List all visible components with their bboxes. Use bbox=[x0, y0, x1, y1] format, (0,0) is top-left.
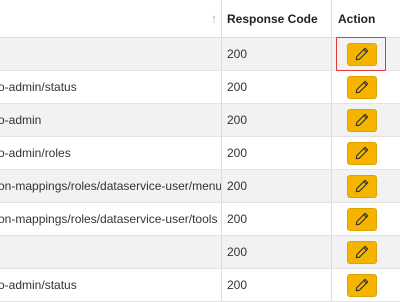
response-code-cell: 200 bbox=[222, 236, 332, 268]
action-cell bbox=[332, 236, 400, 268]
edit-button[interactable] bbox=[347, 207, 377, 231]
edit-button[interactable] bbox=[347, 42, 377, 66]
action-cell bbox=[332, 269, 400, 301]
edit-button[interactable] bbox=[347, 240, 377, 264]
pencil-icon bbox=[355, 212, 369, 226]
api-table: ↑ Response Code Action 200 o-admin/statu… bbox=[0, 0, 400, 302]
table-row: on-mappings/roles/dataservice-user/tools… bbox=[0, 203, 400, 236]
path-cell: o-admin/status bbox=[0, 269, 222, 301]
action-cell bbox=[332, 203, 400, 235]
edit-button[interactable] bbox=[347, 273, 377, 297]
response-code-cell: 200 bbox=[222, 104, 332, 136]
path-cell: o-admin bbox=[0, 104, 222, 136]
edit-button[interactable] bbox=[347, 141, 377, 165]
response-code-cell: 200 bbox=[222, 203, 332, 235]
path-cell: o-admin/roles bbox=[0, 137, 222, 169]
table-row: on-mappings/roles/dataservice-user/menus… bbox=[0, 170, 400, 203]
table-row: 200 bbox=[0, 38, 400, 71]
pencil-icon bbox=[355, 80, 369, 94]
table-row: o-admin/roles 200 bbox=[0, 137, 400, 170]
pencil-icon bbox=[355, 113, 369, 127]
pencil-icon bbox=[355, 47, 369, 61]
path-column-header[interactable]: ↑ bbox=[0, 0, 222, 37]
path-cell bbox=[0, 38, 222, 70]
sort-arrow-up-icon[interactable]: ↑ bbox=[209, 11, 219, 27]
action-column-header: Action bbox=[338, 12, 376, 26]
table-row: o-admin/status 200 bbox=[0, 269, 400, 302]
table-row: o-admin/status 200 bbox=[0, 71, 400, 104]
response-code-cell: 200 bbox=[222, 137, 332, 169]
pencil-icon bbox=[355, 146, 369, 160]
pencil-icon bbox=[355, 278, 369, 292]
response-code-cell: 200 bbox=[222, 71, 332, 103]
table-row: 200 bbox=[0, 236, 400, 269]
table-row: o-admin 200 bbox=[0, 104, 400, 137]
path-cell: o-admin/status bbox=[0, 71, 222, 103]
edit-button[interactable] bbox=[347, 75, 377, 99]
action-cell bbox=[332, 71, 400, 103]
path-cell: on-mappings/roles/dataservice-user/menus bbox=[0, 170, 222, 202]
pencil-icon bbox=[355, 245, 369, 259]
response-code-column-header[interactable]: Response Code bbox=[222, 0, 332, 37]
edit-button[interactable] bbox=[347, 174, 377, 198]
response-code-cell: 200 bbox=[222, 38, 332, 70]
action-cell bbox=[332, 137, 400, 169]
response-code-cell: 200 bbox=[222, 170, 332, 202]
action-cell bbox=[332, 104, 400, 136]
path-cell: on-mappings/roles/dataservice-user/tools bbox=[0, 203, 222, 235]
edit-button[interactable] bbox=[347, 108, 377, 132]
pencil-icon bbox=[355, 179, 369, 193]
action-cell bbox=[332, 170, 400, 202]
action-cell bbox=[332, 38, 400, 70]
table-header: ↑ Response Code Action bbox=[0, 0, 400, 38]
path-cell bbox=[0, 236, 222, 268]
response-code-cell: 200 bbox=[222, 269, 332, 301]
